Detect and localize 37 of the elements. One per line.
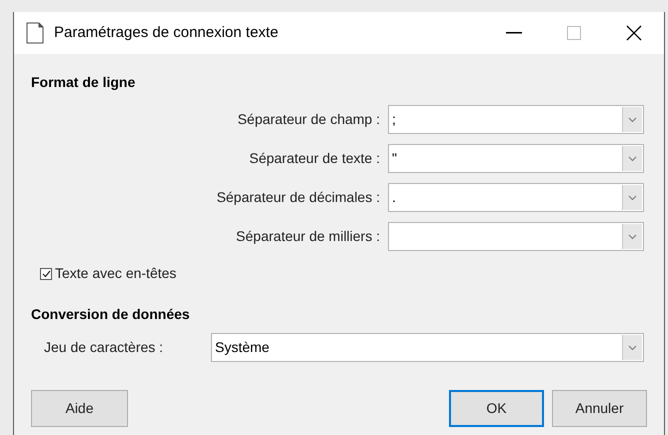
field-label: Séparateur de décimales :: [216, 188, 381, 207]
field-label: Séparateur de texte :: [248, 149, 381, 168]
section-heading: Conversion de données: [31, 305, 191, 324]
chevron-down-icon: [628, 234, 637, 240]
field-value: Système: [214, 338, 270, 357]
maximize-icon: [567, 26, 581, 40]
dialog-button[interactable]: OK: [449, 390, 544, 427]
dropdown-field[interactable]: Système: [211, 333, 644, 362]
dropdown-field[interactable]: ": [388, 144, 644, 173]
field-value: ": [391, 149, 398, 168]
field-value: ;: [391, 110, 397, 129]
checkmark-icon: [42, 270, 50, 278]
document-icon: [26, 22, 44, 44]
dialog-button[interactable]: Annuler: [552, 390, 647, 427]
dropdown-button[interactable]: [622, 335, 642, 360]
dropdown-field[interactable]: .: [388, 183, 644, 212]
chevron-down-icon: [628, 116, 637, 122]
checkbox-label[interactable]: Texte avec en-têtes: [55, 263, 176, 284]
minimize-icon: [506, 32, 522, 34]
dropdown-button[interactable]: [622, 224, 642, 249]
field-label: Jeu de caractères :: [43, 338, 164, 357]
dropdown-field[interactable]: [388, 222, 644, 251]
field-value: .: [391, 188, 397, 207]
chevron-down-icon: [628, 194, 637, 200]
dropdown-button[interactable]: [622, 146, 642, 171]
chevron-down-icon: [628, 344, 637, 350]
close-icon: [626, 25, 642, 41]
field-label: Séparateur de milliers :: [235, 227, 381, 246]
dropdown-button[interactable]: [622, 185, 642, 210]
dropdown-button[interactable]: [622, 107, 642, 132]
chevron-down-icon: [628, 156, 637, 162]
dropdown-field[interactable]: ;: [388, 105, 644, 134]
section-heading: Format de ligne: [31, 73, 136, 92]
checkbox[interactable]: [40, 268, 52, 280]
dialog-button[interactable]: Aide: [31, 390, 128, 427]
field-label: Séparateur de champ :: [236, 110, 381, 129]
window-title: Paramétrages de connexion texte: [54, 22, 278, 43]
